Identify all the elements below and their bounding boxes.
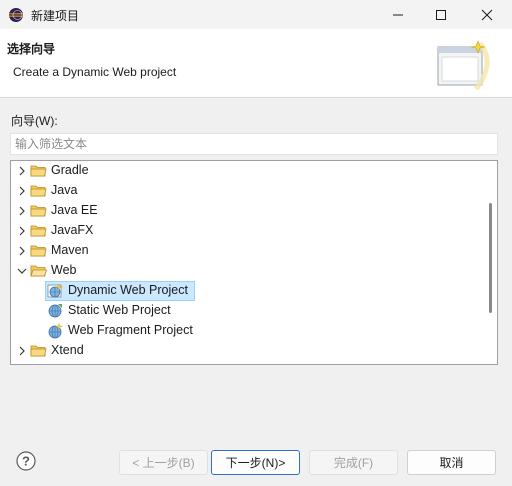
finish-button[interactable]: 完成(F) xyxy=(309,450,398,475)
chevron-down-icon[interactable] xyxy=(16,265,28,277)
window-title: 新建项目 xyxy=(31,9,80,23)
scrollbar-thumb[interactable] xyxy=(489,203,492,313)
folder-icon xyxy=(30,205,47,217)
tree-item-dynamic-web-project[interactable]: Dynamic Web Project xyxy=(11,281,481,301)
tree-item-java-ee[interactable]: Java EE xyxy=(11,201,481,221)
banner-description: Create a Dynamic Web project xyxy=(13,65,177,79)
chevron-right-icon[interactable] xyxy=(16,165,28,177)
folder-icon xyxy=(30,345,47,357)
static-web-project-icon xyxy=(48,304,62,318)
web-fragment-project-icon xyxy=(48,323,63,339)
tree-item-gradle[interactable]: Gradle xyxy=(11,161,481,181)
wizards-label: 向导(W): xyxy=(11,114,58,128)
eclipse-icon xyxy=(9,8,23,22)
close-icon xyxy=(481,9,493,20)
folder-icon xyxy=(30,225,47,237)
tree-item-web[interactable]: Web xyxy=(11,261,481,281)
folder-icon xyxy=(30,165,47,177)
tree-item-label: Web Fragment Project xyxy=(68,323,193,337)
title-bar: 新建项目 xyxy=(0,0,512,29)
dynamic-web-project-icon xyxy=(47,283,63,298)
tree-item-label: Static Web Project xyxy=(68,303,171,317)
tree-item-label: Web xyxy=(51,263,77,277)
wizard-tree[interactable]: Gradle Java Java EE JavaFX Maven Web Dyn… xyxy=(10,160,498,365)
tree-item-static-web-project[interactable]: Static Web Project xyxy=(11,301,481,321)
tree-item-label: Xtend xyxy=(51,343,84,357)
folder-open-icon xyxy=(30,265,47,277)
filter-input[interactable] xyxy=(10,133,498,155)
minimize-button[interactable] xyxy=(375,0,421,29)
help-icon[interactable]: ? xyxy=(16,451,36,471)
tree-item-label: Maven xyxy=(51,243,89,257)
tree-item-java[interactable]: Java xyxy=(11,181,481,201)
tree-item-javafx[interactable]: JavaFX xyxy=(11,221,481,241)
folder-icon xyxy=(30,245,47,257)
folder-icon xyxy=(30,185,47,197)
chevron-right-icon[interactable] xyxy=(16,225,28,237)
tree-item-maven[interactable]: Maven xyxy=(11,241,481,261)
wizard-banner: 选择向导 Create a Dynamic Web project xyxy=(0,29,512,98)
chevron-right-icon[interactable] xyxy=(16,205,28,217)
tree-item-label: JavaFX xyxy=(51,223,94,237)
wizard-banner-icon xyxy=(437,40,490,91)
banner-title: 选择向导 xyxy=(7,42,56,56)
tree-item-label: Gradle xyxy=(51,163,89,177)
maximize-icon xyxy=(436,9,446,20)
maximize-button[interactable] xyxy=(418,0,464,29)
back-button[interactable]: < 上一步(B) xyxy=(119,450,208,475)
chevron-right-icon[interactable] xyxy=(16,345,28,357)
chevron-right-icon[interactable] xyxy=(16,185,28,197)
chevron-right-icon[interactable] xyxy=(16,245,28,257)
tree-item-xtend[interactable]: Xtend xyxy=(11,341,481,361)
tree-item-web-fragment-project[interactable]: Web Fragment Project xyxy=(11,321,481,341)
tree-item-label: Dynamic Web Project xyxy=(68,283,188,297)
minimize-icon xyxy=(393,14,403,15)
close-button[interactable] xyxy=(464,0,510,29)
next-button[interactable]: 下一步(N)> xyxy=(211,450,300,475)
cancel-button[interactable]: 取消 xyxy=(407,450,496,475)
tree-item-label: Java xyxy=(51,183,78,197)
tree-item-label: Java EE xyxy=(51,203,98,217)
svg-text:?: ? xyxy=(22,454,30,469)
